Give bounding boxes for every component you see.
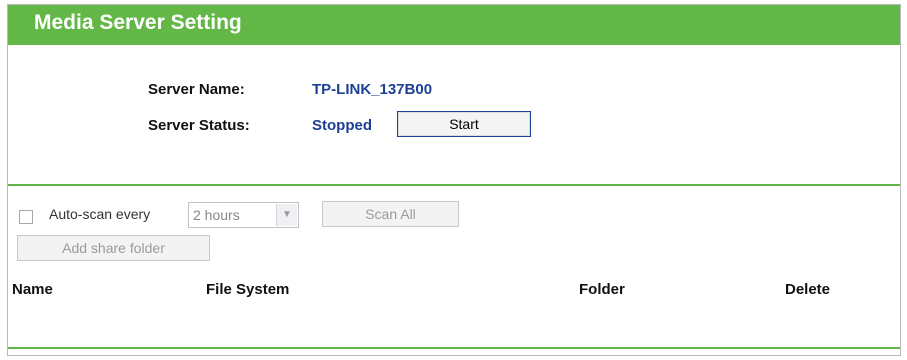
chevron-down-icon[interactable]: ▼ <box>276 204 297 226</box>
scan-interval-select[interactable]: 2 hours ▼ <box>188 202 299 228</box>
column-header-file-system: File System <box>206 281 290 298</box>
section-divider <box>8 184 900 186</box>
column-header-name: Name <box>12 281 53 298</box>
column-header-delete: Delete <box>785 281 831 298</box>
auto-scan-checkbox[interactable] <box>19 210 33 224</box>
server-name-label: Server Name: <box>148 81 245 98</box>
column-header-folder: Folder <box>579 281 625 298</box>
scan-all-button[interactable]: Scan All <box>322 201 459 227</box>
server-name-value: TP-LINK_137B00 <box>312 81 433 98</box>
auto-scan-label: Auto-scan every <box>49 206 151 222</box>
media-server-panel: Media Server Setting Server Name: TP-LIN… <box>7 4 901 356</box>
add-share-folder-button[interactable]: Add share folder <box>17 235 210 261</box>
section-header: Media Server Setting <box>8 5 900 45</box>
section-title: Media Server Setting <box>34 11 242 34</box>
scan-interval-value: 2 hours <box>193 207 240 223</box>
start-button[interactable]: Start <box>397 111 531 137</box>
server-status-value: Stopped <box>312 117 372 134</box>
server-status-label: Server Status: <box>148 117 250 134</box>
bottom-divider <box>8 347 900 349</box>
